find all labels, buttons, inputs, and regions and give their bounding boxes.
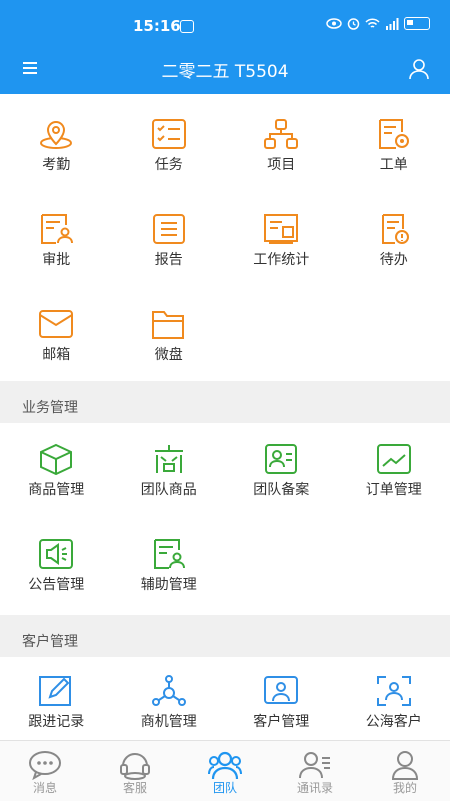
contacts-icon [298, 750, 332, 780]
system-icons [326, 17, 430, 30]
tab-messages[interactable]: 消息 [0, 741, 90, 801]
edit-note-icon [38, 675, 74, 707]
tab-label: 客服 [90, 779, 180, 796]
user-icon[interactable] [408, 58, 430, 80]
grid-item-goods-management[interactable]: 商品管理 [0, 425, 113, 520]
signal-icon [385, 18, 399, 30]
status-time: 15:16 [133, 17, 181, 35]
grid-item-label: 审批 [0, 249, 113, 269]
grid-item-label: 工单 [338, 154, 450, 174]
tab-profile[interactable]: 我的 [360, 741, 450, 801]
grid-item-label: 公海客户 [338, 711, 450, 731]
tab-label: 我的 [360, 779, 450, 796]
grid-item-follow-up-records[interactable]: 跟进记录 [0, 657, 113, 752]
section-header-business: 业务管理 [0, 381, 450, 423]
section-header-customer: 客户管理 [0, 615, 450, 657]
todo-alert-icon [376, 213, 412, 245]
grid-item-label: 商品管理 [0, 479, 113, 499]
trend-chart-icon [376, 443, 412, 475]
grid-item-customer-management[interactable]: 客户管理 [225, 657, 338, 752]
location-pin-icon [38, 118, 74, 150]
battery-icon [404, 17, 430, 30]
grid-item-label: 待办 [338, 249, 450, 269]
grid-item-projects[interactable]: 项目 [225, 100, 338, 195]
grid-item-tasks[interactable]: 任务 [113, 100, 226, 195]
headset-icon [118, 750, 152, 780]
grid-item-assist-management[interactable]: 辅助管理 [113, 520, 226, 615]
grid-item-cloud-disk[interactable]: 微盘 [113, 290, 226, 385]
tab-label: 团队 [180, 779, 270, 796]
main-grid: 考勤 任务 项目 工单 审批 报告 工作统计 待办 邮箱 微盘 [0, 100, 450, 385]
grid-item-label: 工作统计 [225, 249, 338, 269]
grid-item-label: 订单管理 [338, 479, 450, 499]
status-bar: 15:16 [0, 0, 450, 52]
tab-team[interactable]: 团队 [180, 741, 270, 801]
report-icon [151, 213, 187, 245]
stats-board-icon [263, 213, 299, 245]
wifi-icon [365, 18, 380, 30]
grid-item-label: 团队备案 [225, 479, 338, 499]
tab-contacts[interactable]: 通讯录 [270, 741, 360, 801]
grid-item-label: 考勤 [0, 154, 113, 174]
team-icon [208, 750, 242, 780]
network-icon [151, 675, 187, 707]
grid-item-label: 报告 [113, 249, 226, 269]
grid-item-reports[interactable]: 报告 [113, 195, 226, 290]
page-title: 二零二五 T5504 [0, 57, 450, 82]
eye-icon [326, 18, 342, 29]
notification-icon [180, 20, 194, 33]
app-header: 15:16 二零二五 T5504 [0, 0, 450, 94]
assist-icon [151, 538, 187, 570]
section-title: 业务管理 [22, 397, 78, 417]
bottom-tab-bar: 消息 客服 团队 通讯录 我的 [0, 740, 450, 801]
grid-item-mailbox[interactable]: 邮箱 [0, 290, 113, 385]
profile-icon [388, 750, 422, 780]
grid-item-opportunity-management[interactable]: 商机管理 [113, 657, 226, 752]
hierarchy-icon [263, 118, 299, 150]
box-icon [38, 443, 74, 475]
grid-item-public-customers[interactable]: 公海客户 [338, 657, 450, 752]
business-grid: 商品管理 团队商品 团队备案 订单管理 公告管理 辅助管理 [0, 425, 450, 615]
contact-card-icon [263, 443, 299, 475]
customer-grid: 跟进记录 商机管理 客户管理 公海客户 [0, 657, 450, 752]
grid-item-work-stats[interactable]: 工作统计 [225, 195, 338, 290]
document-user-icon [38, 213, 74, 245]
grid-item-todo[interactable]: 待办 [338, 195, 450, 290]
document-gear-icon [376, 118, 412, 150]
customer-card-icon [263, 675, 299, 707]
scan-user-icon [376, 675, 412, 707]
grid-item-announcement-management[interactable]: 公告管理 [0, 520, 113, 615]
grid-item-label: 客户管理 [225, 711, 338, 731]
grid-item-label: 团队商品 [113, 479, 226, 499]
grid-item-label: 微盘 [113, 344, 226, 364]
folder-icon [151, 308, 187, 340]
team-goods-icon [151, 443, 187, 475]
mail-icon [38, 308, 74, 340]
checklist-icon [151, 118, 187, 150]
grid-item-work-orders[interactable]: 工单 [338, 100, 450, 195]
grid-item-team-goods[interactable]: 团队商品 [113, 425, 226, 520]
grid-item-label: 项目 [225, 154, 338, 174]
grid-item-team-filing[interactable]: 团队备案 [225, 425, 338, 520]
grid-item-label: 邮箱 [0, 344, 113, 364]
section-title: 客户管理 [22, 631, 78, 651]
grid-item-label: 跟进记录 [0, 711, 113, 731]
tab-label: 通讯录 [270, 779, 360, 796]
chat-icon [28, 750, 62, 780]
tab-customer-service[interactable]: 客服 [90, 741, 180, 801]
grid-item-attendance[interactable]: 考勤 [0, 100, 113, 195]
grid-item-approval[interactable]: 审批 [0, 195, 113, 290]
grid-item-label: 商机管理 [113, 711, 226, 731]
grid-item-label: 任务 [113, 154, 226, 174]
grid-item-order-management[interactable]: 订单管理 [338, 425, 450, 520]
alarm-icon [347, 17, 360, 30]
tab-label: 消息 [0, 779, 90, 796]
announcement-icon [38, 538, 74, 570]
grid-item-label: 公告管理 [0, 574, 113, 594]
grid-item-label: 辅助管理 [113, 574, 226, 594]
